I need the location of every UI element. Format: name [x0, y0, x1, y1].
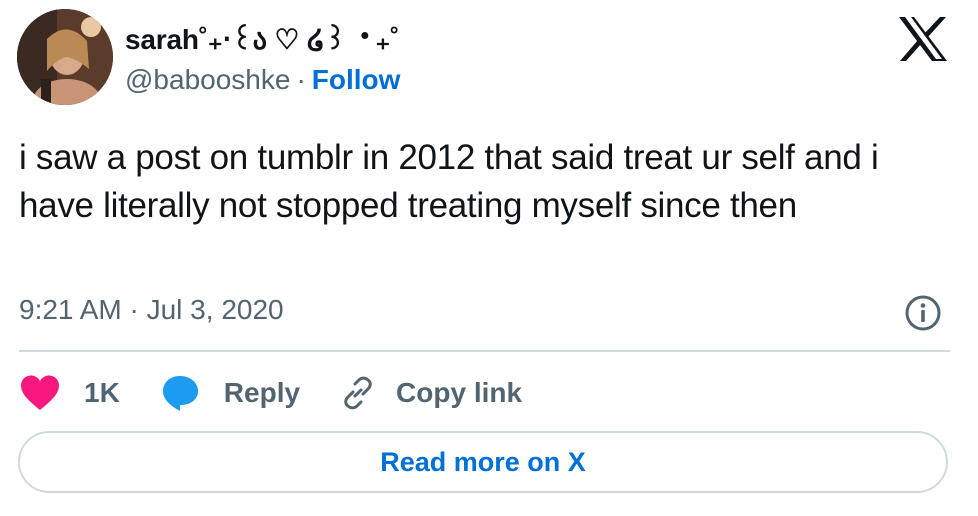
avatar[interactable] [17, 9, 113, 105]
divider [19, 350, 950, 352]
info-icon[interactable] [904, 294, 942, 332]
heart-icon [21, 375, 59, 410]
author-handle[interactable]: @babooshke [125, 64, 290, 95]
tweet-text: i saw a post on tumblr in 2012 that said… [19, 138, 879, 225]
author-handle-line: @babooshke · Follow [125, 64, 400, 96]
speech-bubble-icon [162, 376, 198, 411]
author-name[interactable]: sarah˚₊‧꒰ა ♡ ໒꒱ ‧₊˚ [125, 19, 399, 56]
link-icon [344, 376, 372, 410]
x-logo-icon[interactable] [897, 15, 949, 63]
action-bar: 1K Reply Copy link [19, 372, 522, 414]
follow-button[interactable]: Follow [312, 64, 401, 95]
like-count: 1K [84, 377, 120, 408]
separator-dot: · [296, 64, 306, 95]
copy-link-button[interactable]: Copy link [340, 375, 522, 411]
like-button[interactable]: 1K [19, 374, 120, 412]
avatar-photo [17, 9, 113, 105]
tweet-timestamp[interactable]: 9:21 AM · Jul 3, 2020 [19, 294, 284, 326]
read-more-button[interactable]: Read more on X [18, 431, 948, 493]
reply-label: Reply [223, 377, 301, 408]
copy-link-label: Copy link [396, 377, 523, 408]
reply-button[interactable]: Reply [160, 374, 300, 412]
tweet-embed-card: sarah˚₊‧꒰ა ♡ ໒꒱ ‧₊˚ @babooshke · Follow i … [0, 0, 978, 516]
